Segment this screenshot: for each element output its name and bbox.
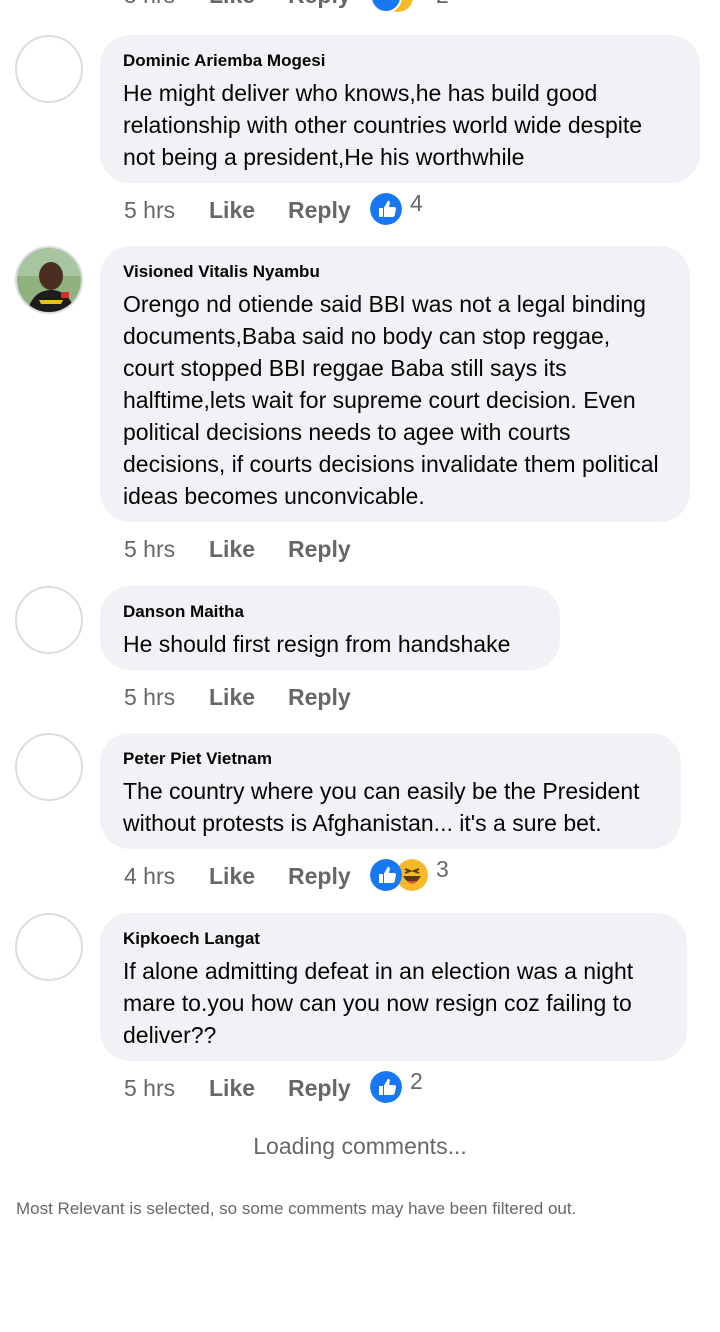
reaction-count: 2 [436,0,449,9]
reaction-count: 2 [410,1068,423,1094]
loading-comments: Loading comments... [253,1133,467,1159]
like-icon [370,0,413,13]
reply-button[interactable]: Reply [288,1075,351,1102]
avatar[interactable] [15,586,83,654]
comment-text: Orengo nd otiende said BBI was not a leg… [123,291,659,509]
like-button[interactable]: Like [209,863,255,890]
avatar[interactable] [15,733,83,801]
comment-actions: 5 hrs Like Reply 4 [124,190,524,231]
comment-author[interactable]: Peter Piet Vietnam [123,749,658,769]
reaction-count: 3 [436,856,449,882]
reply-button[interactable]: Reply [288,0,351,9]
comment-actions: 4 hrs Like Reply 3 [124,856,524,897]
comment-bubble[interactable]: Dominic Ariemba Mogesi He might deliver … [100,35,700,183]
comment-text: If alone admitting defeat in an election… [123,958,634,1048]
like-button[interactable]: Like [209,1075,255,1102]
comment-bubble[interactable]: Visioned Vitalis Nyambu Orengo nd otiend… [100,246,690,522]
avatar[interactable] [15,246,83,314]
reply-button[interactable]: Reply [288,536,351,563]
reactions-summary[interactable]: 2 [370,1068,440,1105]
profile-photo [17,248,81,312]
comment-time[interactable]: 4 hrs [124,863,175,890]
like-icon [370,1071,402,1103]
comment-time[interactable]: 5 hrs [124,536,175,563]
comment-actions: 5 hrs Like Reply 2 [124,1068,524,1109]
like-button[interactable]: Like [209,684,255,711]
reply-button[interactable]: Reply [288,197,351,224]
reaction-count: 4 [410,190,423,216]
like-icon [370,193,402,225]
comment-time: 5 hrs [124,0,175,9]
avatar[interactable] [15,913,83,981]
comment-author[interactable]: Dominic Ariemba Mogesi [123,51,677,71]
comment-bubble[interactable]: Danson Maitha He should first resign fro… [100,586,560,670]
reply-button[interactable]: Reply [288,684,351,711]
comment-time[interactable]: 5 hrs [124,684,175,711]
comment-actions: 5 hrs Like Reply [124,536,524,570]
like-icon [370,859,402,891]
like-button[interactable]: Like [209,197,255,224]
comment-bubble[interactable]: Kipkoech Langat If alone admitting defea… [100,913,687,1061]
avatar[interactable] [15,35,83,103]
reactions-summary[interactable]: 4 [370,190,440,227]
comment-bubble[interactable]: Peter Piet Vietnam The country where you… [100,733,681,849]
comment-author[interactable]: Visioned Vitalis Nyambu [123,262,667,282]
comment-text: The country where you can easily be the … [123,778,640,836]
reactions-summary[interactable] [370,0,432,19]
comment-time[interactable]: 5 hrs [124,1075,175,1102]
comment-text: He should first resign from handshake [123,631,511,657]
filter-note: Most Relevant is selected, so some comme… [16,1199,577,1218]
comment-actions: 5 hrs Like Reply [124,684,524,718]
reply-button[interactable]: Reply [288,863,351,890]
comment-author[interactable]: Danson Maitha [123,602,537,622]
previous-comment-actions: 5 hrs Like Reply 2 [0,0,720,13]
comment-author[interactable]: Kipkoech Langat [123,929,664,949]
comment-text: He might deliver who knows,he has build … [123,80,643,170]
like-button[interactable]: Like [209,536,255,563]
like-button[interactable]: Like [209,0,255,9]
reactions-summary[interactable]: 3 [370,856,470,893]
comment-time[interactable]: 5 hrs [124,197,175,224]
